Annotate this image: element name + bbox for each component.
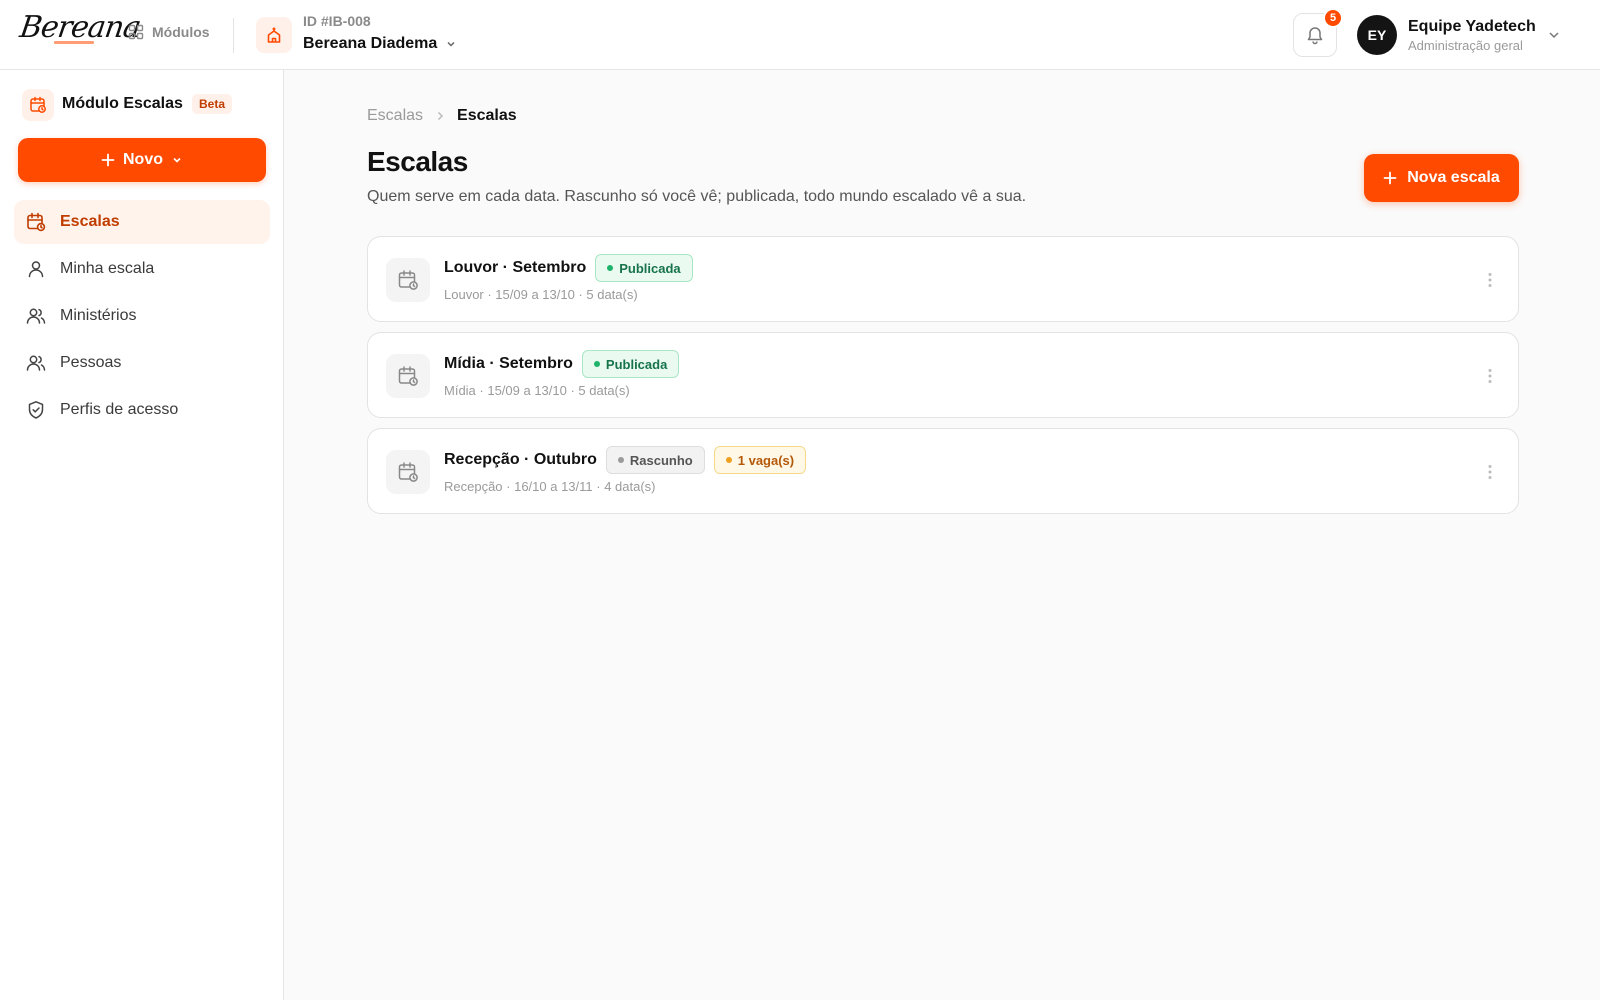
card-title[interactable]: Mídia · Setembro	[444, 355, 573, 373]
more-vertical-icon[interactable]	[1480, 270, 1500, 290]
vacancy-badge: 1 vaga(s)	[713, 446, 807, 474]
sidebar-item-escalas[interactable]: Escalas	[14, 200, 270, 244]
card-title[interactable]: Louvor · Setembro	[444, 259, 586, 277]
card-meta: Mídia · 15/09 a 13/10 · 5 data(s)	[444, 383, 630, 398]
schedule-card[interactable]: Recepção · Outubro Rascunho 1 vaga(s) Re…	[367, 428, 1519, 514]
schedule-card[interactable]: Mídia · Setembro Publicada Mídia · 15/09…	[367, 332, 1519, 418]
shield-check-icon	[26, 400, 46, 420]
plus-icon	[101, 153, 115, 167]
church-id: ID #IB-008	[303, 13, 371, 29]
header-divider	[233, 18, 234, 53]
module-title: Módulo Escalas	[62, 95, 183, 112]
users-icon	[26, 353, 46, 373]
sidebar-item-minha-escala[interactable]: Minha escala	[14, 247, 270, 291]
modules-button[interactable]: Módulos	[128, 24, 210, 40]
breadcrumb-current: Escalas	[457, 107, 517, 124]
more-vertical-icon[interactable]	[1480, 462, 1500, 482]
status-label: Publicada	[605, 356, 668, 372]
calendar-clock-icon	[26, 212, 46, 232]
sidebar-item-perfis-de-acesso[interactable]: Perfis de acesso	[14, 388, 270, 432]
status-dot	[617, 457, 624, 463]
bell-icon	[1305, 25, 1325, 45]
app-logo[interactable]: Bereana	[18, 8, 143, 56]
calendar-clock-icon	[22, 89, 54, 121]
card-meta: Recepção · 16/10 a 13/11 · 4 data(s)	[444, 479, 656, 494]
status-dot	[593, 361, 600, 367]
sidebar-item-label: Pessoas	[60, 354, 122, 371]
vacancy-label: 1 vaga(s)	[737, 452, 795, 468]
logo-underline	[54, 41, 94, 44]
status-badge: Rascunho	[605, 446, 705, 474]
church-icon	[256, 17, 292, 53]
page-description: Quem serve em cada data. Rascunho só voc…	[367, 188, 1027, 205]
sidebar-item-ministerios[interactable]: Ministérios	[14, 294, 270, 338]
avatar[interactable]: EY	[1357, 15, 1397, 55]
breadcrumb-link[interactable]: Escalas	[367, 107, 423, 125]
card-title-row: Mídia · Setembro Publicada	[444, 350, 680, 378]
chevron-right-icon	[435, 111, 445, 121]
user-icon	[26, 259, 46, 279]
user-name[interactable]: Equipe Yadetech	[1408, 18, 1536, 36]
modules-label: Módulos	[152, 24, 210, 40]
card-meta: Louvor · 15/09 a 13/10 · 5 data(s)	[444, 287, 638, 302]
sidebar: Módulo Escalas Beta Novo Escalas Minha e…	[0, 70, 284, 1000]
status-label: Publicada	[619, 260, 681, 276]
new-schedule-label: Nova escala	[1407, 169, 1500, 186]
user-role: Administração geral	[1408, 38, 1523, 53]
card-title-row: Louvor · Setembro Publicada	[444, 254, 693, 282]
status-label: Rascunho	[629, 452, 693, 468]
chevron-down-icon	[171, 154, 183, 166]
users-icon	[26, 306, 46, 326]
church-name: Bereana Diadema	[303, 35, 438, 52]
status-badge: Publicada	[581, 350, 680, 378]
calendar-clock-icon	[386, 450, 430, 494]
user-menu-chevron-icon[interactable]	[1547, 28, 1561, 42]
church-selector[interactable]: Bereana Diadema	[303, 35, 457, 53]
sidebar-item-label: Minha escala	[60, 260, 155, 277]
breadcrumb: Escalas Escalas	[367, 107, 517, 125]
sidebar-item-pessoas[interactable]: Pessoas	[14, 341, 270, 385]
card-title-row: Recepção · Outubro Rascunho 1 vaga(s)	[444, 446, 807, 474]
schedule-card[interactable]: Louvor · Setembro Publicada Louvor · 15/…	[367, 236, 1519, 322]
sidebar-item-label: Escalas	[60, 213, 120, 230]
more-vertical-icon[interactable]	[1480, 366, 1500, 386]
calendar-clock-icon	[386, 258, 430, 302]
beta-badge: Beta	[192, 94, 233, 114]
sidebar-nav: Escalas Minha escala Ministérios Pessoas…	[14, 200, 270, 435]
calendar-clock-icon	[386, 354, 430, 398]
page-title: Escalas	[367, 146, 468, 177]
vacancy-dot	[725, 457, 732, 463]
plus-icon	[1383, 171, 1397, 185]
card-title[interactable]: Recepção · Outubro	[444, 451, 597, 469]
status-dot	[607, 265, 614, 271]
sidebar-item-label: Perfis de acesso	[60, 401, 179, 418]
notifications-badge: 5	[1323, 8, 1343, 28]
grid-icon	[128, 24, 144, 40]
top-header: Bereana Módulos ID #IB-008 Bereana Diade…	[0, 0, 1600, 70]
sidebar-item-label: Ministérios	[60, 307, 137, 324]
new-button-label: Novo	[123, 151, 163, 168]
status-badge: Publicada	[595, 254, 693, 282]
new-dropdown-button[interactable]: Novo	[18, 138, 266, 182]
new-schedule-button[interactable]: Nova escala	[1364, 154, 1519, 202]
chevron-down-icon	[445, 38, 457, 50]
